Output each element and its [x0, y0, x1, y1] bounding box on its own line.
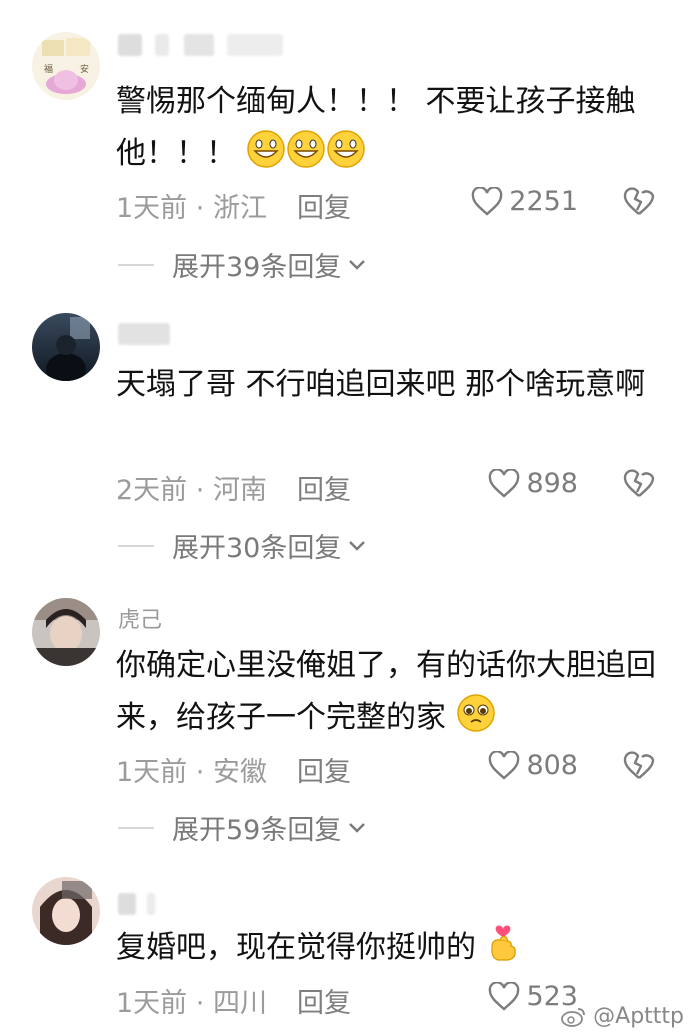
comment-text: 你确定心里没俺姐了，有的话你大胆追回来，给孩子一个完整的家: [116, 640, 664, 750]
comment-meta: 1天前 · 安徽: [116, 750, 267, 789]
chevron-down-icon: [349, 259, 366, 270]
like-count: 808: [526, 750, 578, 781]
reply-button[interactable]: 回复: [297, 186, 351, 225]
comment-text-content: 警惕那个缅甸人！！！ 不要让孩子接触他！！！: [116, 84, 636, 171]
expand-replies-label: 展开39条回复: [172, 252, 342, 283]
avatar[interactable]: [32, 877, 100, 945]
location: 河南: [212, 475, 267, 506]
separator-dot: ·: [195, 475, 205, 506]
svg-text:安: 安: [80, 63, 89, 75]
location: 安徽: [212, 757, 267, 788]
avatar[interactable]: [32, 598, 100, 666]
chevron-down-icon: [349, 540, 366, 551]
pleading-face-emoji-icon: [456, 693, 496, 750]
like-count: 898: [526, 468, 578, 499]
broken-heart-icon: [623, 187, 655, 215]
timestamp: 1天前: [116, 193, 188, 224]
watermark: @Aptttp: [561, 1004, 684, 1029]
separator-dot: ·: [195, 757, 205, 788]
username-obscured[interactable]: [118, 893, 308, 917]
divider-line: [118, 544, 154, 547]
finger-heart-emoji-icon: [486, 923, 520, 980]
timestamp: 1天前: [116, 757, 188, 788]
comment-text-content: 复婚吧，现在觉得你挺帅的: [116, 930, 476, 965]
expand-replies-button[interactable]: 展开30条回复: [118, 526, 367, 565]
timestamp: 2天前: [116, 475, 188, 506]
expand-replies-label: 展开30条回复: [172, 533, 342, 564]
avatar[interactable]: 福 安: [32, 32, 100, 100]
expand-replies-button[interactable]: 展开39条回复: [118, 245, 367, 284]
separator-dot: ·: [195, 988, 205, 1019]
timestamp: 1天前: [116, 988, 188, 1019]
svg-text:福: 福: [44, 63, 53, 75]
heart-outline-icon: [471, 186, 503, 216]
like-button[interactable]: 898: [488, 468, 578, 499]
like-button[interactable]: 808: [488, 750, 578, 781]
heart-outline-icon: [489, 468, 520, 498]
comment-text-content: 你确定心里没俺姐了，有的话你大胆追回来，给孩子一个完整的家: [116, 648, 656, 735]
location: 四川: [212, 988, 267, 1019]
reply-button[interactable]: 回复: [297, 750, 351, 789]
watermark-text: @Aptttp: [593, 1004, 684, 1029]
comment-text: 复婚吧，现在觉得你挺帅的: [116, 922, 664, 980]
comment-text: 警惕那个缅甸人！！！ 不要让孩子接触他！！！: [116, 76, 664, 186]
username[interactable]: 虎己: [118, 602, 162, 634]
dislike-button[interactable]: [622, 750, 656, 784]
divider-line: [118, 263, 154, 266]
heart-outline-icon: [489, 981, 520, 1011]
dislike-button[interactable]: [622, 186, 656, 220]
grinning-face-emoji-icon: [246, 129, 366, 186]
chevron-down-icon: [349, 822, 366, 833]
avatar[interactable]: [32, 313, 100, 381]
comment-meta: 2天前 · 河南: [116, 468, 267, 507]
reply-button[interactable]: 回复: [297, 981, 351, 1020]
broken-heart-icon: [623, 751, 655, 779]
username-obscured[interactable]: [118, 323, 308, 347]
comment-text: 天塌了哥 不行咱追回来吧 那个啥玩意啊: [116, 359, 664, 411]
username-obscured[interactable]: [118, 34, 308, 58]
separator-dot: ·: [195, 193, 205, 224]
broken-heart-icon: [623, 469, 655, 497]
expand-replies-label: 展开59条回复: [172, 815, 342, 846]
heart-outline-icon: [489, 750, 520, 780]
divider-line: [118, 826, 154, 829]
like-count: 2251: [509, 186, 578, 217]
expand-replies-button[interactable]: 展开59条回复: [118, 808, 367, 847]
dislike-button[interactable]: [622, 468, 656, 502]
reply-button[interactable]: 回复: [297, 468, 351, 507]
location: 浙江: [212, 193, 267, 224]
like-button[interactable]: 2251: [471, 186, 578, 217]
weibo-logo-icon: [561, 1007, 586, 1027]
comment-meta: 1天前 · 四川: [116, 981, 267, 1020]
comment-text-content: 天塌了哥 不行咱追回来吧 那个啥玩意啊: [116, 367, 646, 402]
comment-meta: 1天前 · 浙江: [116, 186, 267, 225]
